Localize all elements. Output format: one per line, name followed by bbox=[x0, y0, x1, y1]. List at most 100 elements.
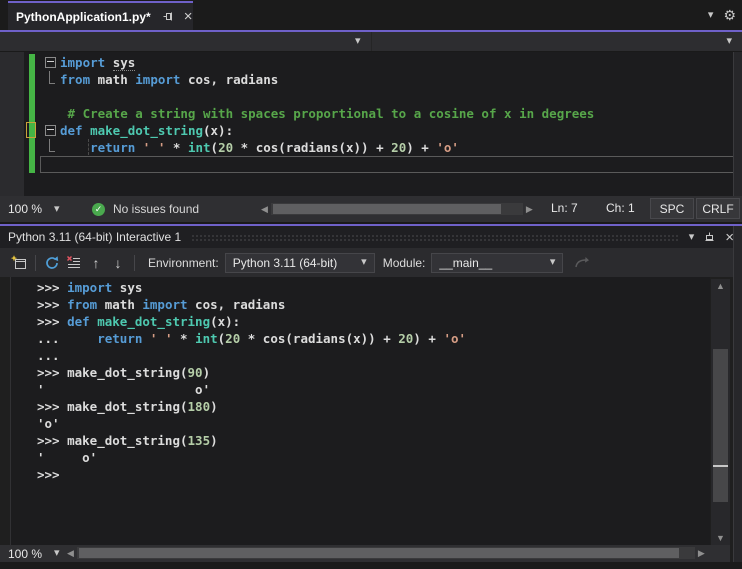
zoom-value: 100 % bbox=[8, 546, 43, 561]
code-line[interactable] bbox=[40, 88, 734, 105]
tab-pythonapplication1[interactable]: PythonApplication1.py* × bbox=[8, 1, 193, 30]
code-text: # Create a string with spaces proportion… bbox=[60, 106, 595, 121]
code-line[interactable]: ' o' bbox=[37, 381, 710, 398]
code-line[interactable]: >>> def make_dot_string(x): bbox=[37, 313, 710, 330]
code-text: import sys bbox=[60, 55, 136, 71]
code-line[interactable]: 'o' bbox=[37, 415, 710, 432]
send-to-interactive-icon-disabled bbox=[571, 252, 593, 274]
current-code-line[interactable] bbox=[40, 156, 734, 173]
scrollbar-thumb[interactable] bbox=[713, 349, 728, 502]
line-indicator: Ln: 7 bbox=[551, 201, 578, 215]
code-line[interactable]: >>> make_dot_string(135) bbox=[37, 432, 710, 449]
code-text: ... bbox=[37, 348, 60, 363]
zoom-value: 100 % bbox=[8, 202, 43, 216]
window-menu-chevron-icon[interactable]: ▾ bbox=[689, 231, 695, 243]
code-line[interactable]: >>> make_dot_string(90) bbox=[37, 364, 710, 381]
chevron-down-icon: ▾ bbox=[54, 202, 60, 215]
scrollbar-track[interactable] bbox=[270, 203, 523, 215]
fold-gutter bbox=[40, 71, 60, 88]
code-editor[interactable]: import sys from math import cos, radians … bbox=[0, 52, 742, 196]
history-next-icon[interactable]: ↓ bbox=[107, 252, 129, 274]
scrollbar-thumb[interactable] bbox=[272, 204, 501, 214]
code-line[interactable]: ... bbox=[37, 347, 710, 364]
code-line[interactable]: >>> from math import cos, radians bbox=[37, 296, 710, 313]
code-line[interactable]: import sys bbox=[40, 54, 734, 71]
fold-gutter bbox=[40, 139, 60, 156]
window-bottom-edge bbox=[0, 562, 742, 569]
module-dropdown[interactable]: __main__ ▾ bbox=[431, 252, 564, 273]
editor-zoom-select[interactable]: 100 % ▾ bbox=[8, 200, 60, 218]
check-circle-icon: ✓ bbox=[92, 202, 105, 216]
code-line[interactable]: from math import cos, radians bbox=[40, 71, 734, 88]
visual-studio-window: PythonApplication1.py* × ▾ ⚙ ▾ ▾ import … bbox=[0, 0, 742, 569]
scroll-right-icon[interactable]: ▶ bbox=[695, 547, 708, 559]
code-text: >>> import sys bbox=[37, 280, 143, 295]
code-text: >>> make_dot_string(180) bbox=[37, 399, 218, 414]
fold-gutter bbox=[40, 88, 60, 105]
pin-tab-icon[interactable] bbox=[163, 11, 174, 22]
code-text: >>> make_dot_string(135) bbox=[37, 433, 218, 448]
scroll-left-icon[interactable]: ◀ bbox=[64, 547, 77, 559]
editor-status-bar: 100 % ▾ ✓ No issues found ◀ ▶ Ln: 7 Ch: … bbox=[0, 196, 742, 222]
issues-status[interactable]: ✓ No issues found bbox=[92, 200, 199, 218]
code-text: ' o' bbox=[37, 382, 211, 397]
chevron-down-icon: ▾ bbox=[726, 35, 732, 47]
scroll-left-icon[interactable]: ◀ bbox=[258, 203, 271, 215]
document-list-chevron-icon[interactable]: ▾ bbox=[708, 9, 714, 21]
code-line[interactable]: >>> import sys bbox=[37, 279, 710, 296]
interactive-title: Python 3.11 (64-bit) Interactive 1 bbox=[8, 230, 182, 244]
caret-history-marker bbox=[26, 122, 36, 138]
editor-scrollbar-gutter[interactable] bbox=[733, 52, 742, 196]
editor-lines: import sys from math import cos, radians … bbox=[40, 54, 734, 173]
environment-dropdown[interactable]: Python 3.11 (64-bit) ▾ bbox=[224, 252, 375, 273]
scroll-up-icon[interactable]: ▲ bbox=[711, 279, 730, 293]
scroll-right-icon[interactable]: ▶ bbox=[523, 203, 536, 215]
code-text: >>> from math import cos, radians bbox=[37, 297, 286, 312]
clear-screen-icon[interactable] bbox=[63, 252, 85, 274]
chevron-down-icon: ▾ bbox=[54, 547, 60, 559]
close-tab-icon[interactable]: × bbox=[184, 9, 193, 24]
code-line[interactable]: ' o' bbox=[37, 449, 710, 466]
scrollbar-track[interactable] bbox=[76, 547, 695, 559]
panel-right-gutter bbox=[733, 226, 742, 562]
chevron-down-icon: ▾ bbox=[549, 256, 556, 268]
interactive-console[interactable]: >>> import sys >>> from math import cos, … bbox=[10, 277, 710, 545]
editor-horizontal-scrollbar[interactable]: ◀ ▶ bbox=[258, 203, 536, 215]
fold-gutter bbox=[40, 105, 60, 122]
console-horizontal-scrollbar[interactable]: ◀ ▶ bbox=[64, 547, 708, 559]
breakpoint-margin[interactable] bbox=[0, 52, 24, 196]
environment-label: Environment: bbox=[148, 255, 219, 270]
scroll-down-icon[interactable]: ▼ bbox=[711, 531, 730, 545]
fold-collapse-icon[interactable] bbox=[40, 54, 60, 71]
reset-repl-icon[interactable] bbox=[41, 252, 63, 274]
navbar-type-dropdown[interactable]: ▾ bbox=[0, 32, 372, 51]
code-line[interactable]: def make_dot_string(x): bbox=[40, 122, 734, 139]
code-text: from math import cos, radians bbox=[60, 72, 279, 87]
code-line[interactable]: ... return ' ' * int(20 * cos(radians(x)… bbox=[37, 330, 710, 347]
caret-position-marker bbox=[713, 465, 728, 467]
code-line[interactable]: return ' ' * int(20 * cos(radians(x)) + … bbox=[40, 139, 734, 156]
interactive-zoom-select[interactable]: 100 % ▾ bbox=[8, 545, 60, 562]
history-previous-icon[interactable]: ↑ bbox=[85, 252, 107, 274]
settings-gear-icon[interactable]: ⚙ bbox=[723, 8, 736, 22]
new-interactive-window-icon[interactable] bbox=[8, 252, 30, 274]
interactive-toolbar: ↑ ↓ Environment: Python 3.11 (64-bit) ▾ … bbox=[0, 248, 742, 277]
interactive-title-bar[interactable]: Python 3.11 (64-bit) Interactive 1 ▾ × bbox=[0, 226, 742, 248]
fold-gutter bbox=[41, 157, 61, 172]
panel-actions: ▾ × bbox=[689, 230, 734, 245]
line-endings-toggle[interactable]: CRLF bbox=[696, 198, 740, 219]
column-indicator: Ch: 1 bbox=[606, 201, 635, 215]
spaces-toggle[interactable]: SPC bbox=[650, 198, 694, 219]
console-vertical-scrollbar[interactable]: ▲ ▼ bbox=[711, 279, 730, 545]
toolbar-separator bbox=[134, 254, 135, 271]
scrollbar-thumb[interactable] bbox=[78, 548, 679, 558]
fold-collapse-icon[interactable] bbox=[40, 122, 60, 139]
code-line[interactable]: >>> bbox=[37, 466, 710, 483]
change-tracking-bar bbox=[29, 54, 35, 173]
code-line[interactable]: # Create a string with spaces proportion… bbox=[40, 105, 734, 122]
navbar-member-dropdown[interactable]: ▾ bbox=[372, 32, 742, 51]
chevron-down-icon: ▾ bbox=[354, 35, 361, 47]
code-line[interactable]: >>> make_dot_string(180) bbox=[37, 398, 710, 415]
pin-panel-icon[interactable] bbox=[704, 232, 715, 243]
drag-handle-texture[interactable] bbox=[191, 233, 679, 241]
